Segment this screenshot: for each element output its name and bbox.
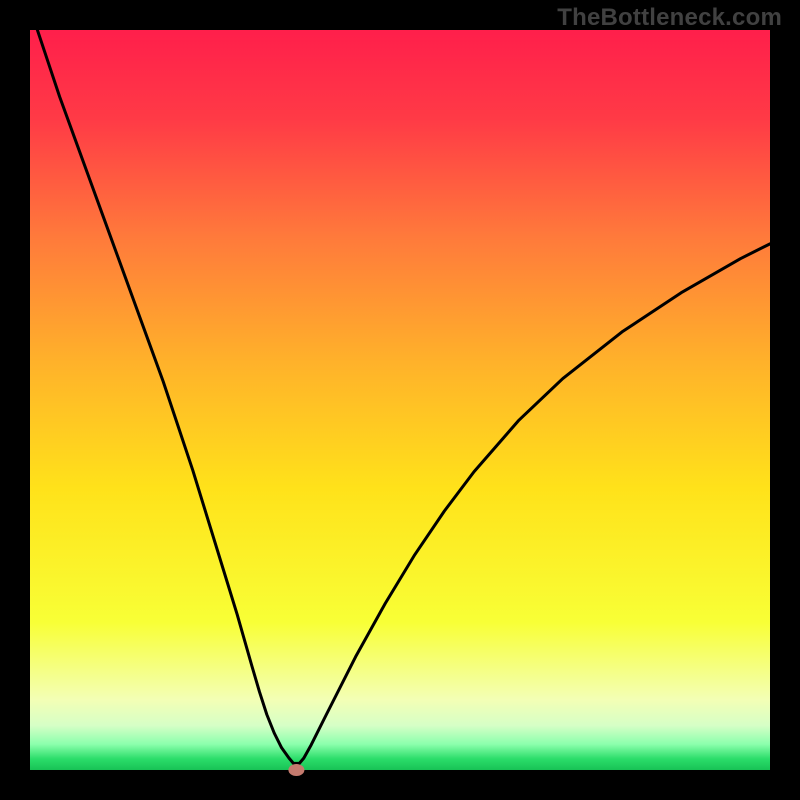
optimal-point-marker	[288, 764, 304, 776]
watermark-text: TheBottleneck.com	[557, 4, 782, 32]
bottleneck-chart	[0, 0, 800, 800]
chart-frame: TheBottleneck.com	[0, 0, 800, 800]
plot-background	[30, 30, 770, 770]
